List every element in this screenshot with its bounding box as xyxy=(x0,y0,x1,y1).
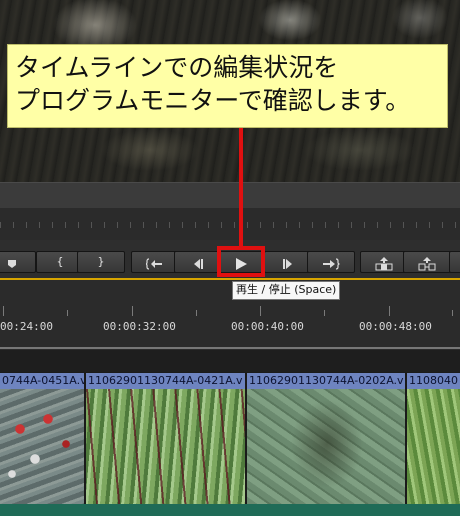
in-bracket-icon: { xyxy=(56,255,64,268)
go-to-out-button[interactable] xyxy=(307,251,355,273)
ruler-minor-tick xyxy=(324,310,325,316)
mark-out-button[interactable]: } xyxy=(77,251,125,273)
play-stop-tooltip: 再生 / 停止 (Space) xyxy=(232,281,341,300)
go-to-out-icon xyxy=(323,257,340,270)
ruler-major-tick xyxy=(132,306,133,316)
step-back-button[interactable] xyxy=(174,251,222,273)
clip-thumbnail[interactable] xyxy=(407,389,460,504)
monitor-ruler-ticks xyxy=(0,222,460,228)
go-to-in-button[interactable] xyxy=(131,251,179,273)
extract-button[interactable] xyxy=(403,251,451,273)
clip-thumbnail[interactable] xyxy=(247,389,407,504)
ruler-minor-tick xyxy=(67,310,68,316)
marker-icon xyxy=(8,259,16,268)
out-bracket-icon: } xyxy=(97,255,105,268)
audio-track-strip xyxy=(0,504,460,516)
clip-title[interactable]: 1108040 xyxy=(407,373,460,389)
timeline-time-ruler[interactable] xyxy=(0,280,460,350)
ruler-minor-tick xyxy=(452,310,453,316)
clip-title[interactable]: 11062901130744A-0421A.v xyxy=(86,373,247,389)
go-to-in-icon xyxy=(146,257,162,270)
clip-title[interactable]: 11062901130744A-0202A.v xyxy=(247,373,407,389)
step-forward-icon xyxy=(283,258,292,269)
timecode-label: 00:00:32:00 xyxy=(103,320,176,333)
callout-line-1: タイムラインでの編集状況を xyxy=(15,53,339,82)
annotation-callout: タイムラインでの編集状況を プログラムモニターで確認します。 xyxy=(7,44,448,128)
track-spacer xyxy=(0,350,460,372)
ruler-major-tick xyxy=(3,306,4,316)
monitor-status-bar xyxy=(0,182,460,209)
extract-icon xyxy=(418,256,436,270)
lift-button[interactable] xyxy=(360,251,408,273)
step-forward-button[interactable] xyxy=(264,251,312,273)
clip-thumbnail[interactable] xyxy=(0,389,86,504)
ruler-minor-tick xyxy=(196,310,197,316)
timecode-label: 00:00:40:00 xyxy=(231,320,304,333)
clip-title[interactable]: 0744A-0451A.v xyxy=(0,373,86,389)
lift-icon xyxy=(375,256,393,270)
ruler-baseline xyxy=(0,347,460,349)
timecode-label: 00:24:00 xyxy=(0,320,53,333)
step-back-icon xyxy=(194,258,203,269)
add-marker-button[interactable] xyxy=(0,251,36,273)
ruler-major-tick xyxy=(389,306,390,316)
overflow-control-button[interactable] xyxy=(449,251,460,273)
clip-thumbnail[interactable] xyxy=(86,389,247,504)
timecode-label: 00:00:48:00 xyxy=(359,320,432,333)
callout-line-2: プログラムモニターで確認します。 xyxy=(15,86,411,115)
ruler-major-tick xyxy=(260,306,261,316)
callout-pointer-line xyxy=(239,128,243,246)
play-button-highlight xyxy=(217,246,265,277)
